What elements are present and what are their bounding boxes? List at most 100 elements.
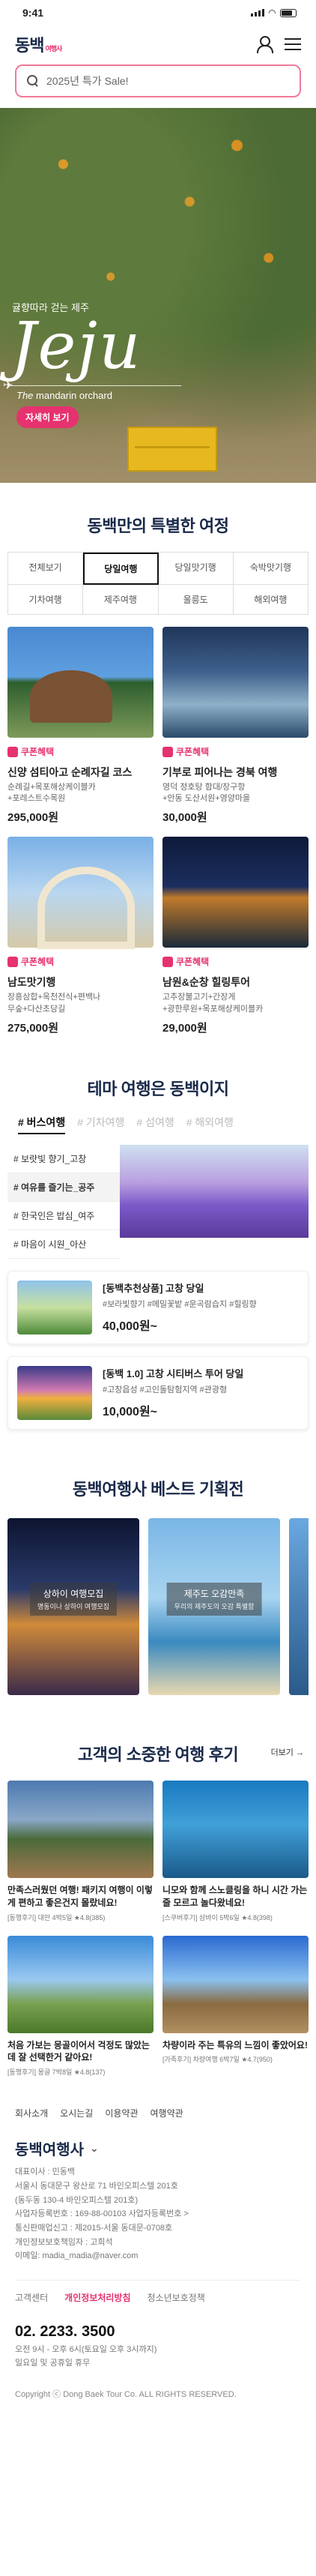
user-icon[interactable] bbox=[256, 36, 273, 53]
product-title: 기부로 피어나는 경북 여행 bbox=[162, 765, 278, 778]
footer-link-company[interactable]: 회사소개 bbox=[15, 2107, 48, 2119]
theme-list-item[interactable]: # 마음이 시원_아산 bbox=[7, 1230, 120, 1259]
page: 9:41 ◠ 동백여행사 귤향따라 걷는 제주 Jeju ✈ The manda… bbox=[0, 0, 316, 2576]
logo[interactable]: 동백 여행사 bbox=[15, 32, 62, 56]
theme-product-tags: #보라빛향기 #메밀꽃밭 #운곡람습지 #힐링향 bbox=[103, 1299, 257, 1309]
coupon-badge: 쿠폰혜택 bbox=[7, 745, 54, 758]
product-title: 신양 섬티아고 순례자길 코스 bbox=[7, 765, 133, 778]
tab-overseas[interactable]: 해외여행 bbox=[233, 585, 309, 615]
footer-company-info: 대표이사 : 민동백 서울시 동대문구 왕산로 71 바인오피스텔 201호 (… bbox=[15, 2165, 301, 2263]
review-card[interactable]: 만족스러웠던 여행! 패키지 여행이 이렇게 편하고 좋은건지 몰랐네요! [동… bbox=[7, 1780, 154, 1922]
special-section-title: 동백만의 특별한 여정 bbox=[87, 517, 229, 535]
theme-list-item[interactable]: # 한국인은 밥심_여주 bbox=[7, 1202, 120, 1230]
footer-phone[interactable]: 02. 2233. 3500 bbox=[15, 2323, 301, 2341]
arrow-right-icon: → bbox=[296, 1748, 304, 1757]
product-price: 30,000원 bbox=[162, 811, 207, 825]
best-card-sub: 우리의 제주도의 오감 특별함 bbox=[174, 1603, 255, 1611]
footer-info-line: 대표이사 : 민동백 bbox=[15, 2167, 76, 2177]
product-image bbox=[162, 837, 309, 948]
tab-jeju[interactable]: 제주여행 bbox=[83, 585, 159, 615]
product-card[interactable]: 쿠폰혜택 남도맛기행 장흥삼합+옥천전식+편백나 무숲+다산초당길 275,00… bbox=[7, 837, 154, 1035]
review-image bbox=[162, 1935, 309, 2033]
hero-banner[interactable]: 귤향따라 걷는 제주 Jeju ✈ The mandarin orchard 자… bbox=[0, 108, 316, 483]
footer-link-customer-center[interactable]: 고객센터 bbox=[15, 2291, 48, 2304]
coupon-icon bbox=[162, 956, 173, 967]
theme-product-price: 10,000원~ bbox=[103, 1405, 158, 1418]
footer-copyright: Copyright ⓒ Dong Baek Tour Co. ALL RIGHT… bbox=[15, 2390, 237, 2400]
tab-day-trip[interactable]: 당일여행 bbox=[83, 553, 159, 585]
product-card[interactable]: 쿠폰혜택 기부로 피어나는 경북 여행 영덕 정호탕 함대/장구항 +안동 도산… bbox=[162, 627, 309, 825]
footer-links: 회사소개 오시는길 이용약관 여행약관 bbox=[15, 2099, 301, 2127]
best-carousel: 상하이 여행모집 명동이나 상하이 여행모집 제주도 오감만족 우리의 제주도의 오… bbox=[7, 1517, 309, 1695]
footer-link-youth[interactable]: 청소년보호정책 bbox=[148, 2291, 205, 2304]
hero-divider bbox=[9, 385, 181, 386]
product-image bbox=[7, 837, 154, 950]
hero-detail-button[interactable]: 자세히 보기 bbox=[16, 406, 79, 428]
footer-link-travel-terms[interactable]: 여행약관 bbox=[151, 2107, 183, 2119]
hero-caption-main: mandarin orchard bbox=[36, 390, 112, 401]
footer-link-privacy[interactable]: 개인정보처리방침 bbox=[64, 2291, 130, 2304]
menu-icon[interactable] bbox=[285, 38, 301, 50]
tab-train[interactable]: 기차여행 bbox=[8, 585, 84, 615]
footer-policies: 고객센터 개인정보처리방침 청소년보호정책 bbox=[15, 2279, 301, 2304]
review-card[interactable]: 처음 가보는 몽골이어서 걱정도 많았는데 잘 선택한거 같아요! [동행후기]… bbox=[7, 1935, 154, 2077]
chevron-down-icon: ⌄ bbox=[90, 2142, 99, 2155]
theme-tab-train[interactable]: # 기차여행 bbox=[77, 1115, 124, 1134]
logo-sub: 여행사 bbox=[45, 45, 62, 52]
tab-all[interactable]: 전체보기 bbox=[8, 553, 84, 585]
theme-product-title: [동백추천상품] 고창 당일 bbox=[103, 1282, 204, 1294]
tab-ulleungdo[interactable]: 울릉도 bbox=[158, 585, 234, 615]
tab-stay-food[interactable]: 숙박맛기행 bbox=[233, 553, 309, 585]
product-card[interactable]: 쿠폰혜택 남원&순창 힐링투어 고추장불고기+간장게 +광한루원+목포해상케이블… bbox=[162, 837, 309, 1035]
theme-tab-overseas[interactable]: # 해외여행 bbox=[186, 1115, 234, 1134]
theme-list-item[interactable]: # 여유를 즐기는_공주 bbox=[7, 1173, 120, 1202]
coupon-label: 쿠폰혜택 bbox=[176, 957, 210, 968]
footer-info-line: 통신판매업신고 : 제2015-서울 동대문-0708호 bbox=[15, 2223, 173, 2233]
footer-logo[interactable]: 동백여행사 ⌄ bbox=[15, 2137, 301, 2159]
coupon-icon bbox=[162, 746, 173, 757]
best-card-title: 상하이 여행모집 bbox=[43, 1589, 104, 1600]
coupon-label: 쿠폰혜택 bbox=[176, 747, 210, 757]
theme-product-image bbox=[17, 1365, 92, 1420]
special-tabs: 전체보기 당일여행 당일맛기행 숙박맛기행 기차여행 제주여행 울릉도 해외여행 bbox=[7, 552, 309, 615]
theme-product[interactable]: [동백추천상품] 고창 당일 #보라빛향기 #메밀꽃밭 #운곡람습지 #힐링향 … bbox=[7, 1270, 309, 1344]
tab-day-food[interactable]: 당일맛기행 bbox=[158, 553, 234, 585]
footer-info-line: 서울시 동대문구 왕산로 71 바인오피스텔 201호 bbox=[15, 2181, 178, 2191]
review-text: 차량이라 주는 특유의 느낌이 좋았어요! bbox=[162, 2039, 308, 2050]
footer-link-terms[interactable]: 이용약관 bbox=[105, 2107, 138, 2119]
coupon-badge: 쿠폰혜택 bbox=[162, 955, 209, 968]
review-text: 니모와 함께 스노클링을 하니 시간 가는줄 모르고 놀다왔네요! bbox=[162, 1884, 308, 1908]
product-price: 29,000원 bbox=[162, 1021, 207, 1035]
product-title: 남도맛기행 bbox=[7, 975, 56, 988]
best-card[interactable]: 제주도 오감만족 우리의 제주도의 오감 특별함 bbox=[148, 1517, 280, 1695]
product-card[interactable]: 쿠폰혜택 신양 섬티아고 순례자길 코스 순례길+목포해상케이블카 +포레스트수… bbox=[7, 627, 154, 825]
search-icon[interactable] bbox=[27, 75, 39, 87]
review-card[interactable]: 니모와 함께 스노클링을 하니 시간 가는줄 모르고 놀다왔네요! [스쿠버후기… bbox=[162, 1780, 309, 1922]
theme-section-title: 테마 여행은 동백이지 bbox=[87, 1079, 229, 1098]
product-price: 275,000원 bbox=[7, 1021, 59, 1035]
hero-caption-prefix: The bbox=[16, 390, 34, 401]
footer-hours-line: 오전 9시 - 오후 6시(토요일 오후 3시까지) bbox=[15, 2344, 157, 2354]
coupon-badge: 쿠폰혜택 bbox=[162, 745, 209, 758]
theme-tab-island[interactable]: # 섬여행 bbox=[136, 1115, 174, 1134]
product-tags: 영덕 정호탕 함대/장구항 +안동 도산서원+영양마을 bbox=[162, 782, 251, 804]
product-image bbox=[7, 627, 154, 738]
best-card-partial[interactable] bbox=[289, 1517, 309, 1695]
best-card[interactable]: 상하이 여행모집 명동이나 상하이 여행모집 bbox=[7, 1517, 139, 1695]
review-meta: [동행후기] 대만 4박5일 ★4.8(385) bbox=[7, 1913, 106, 1922]
product-tags: 순례길+목포해상케이블카 +포레스트수목원 bbox=[7, 782, 96, 804]
theme-product-title: [동백 1.0] 고창 시티버스 투어 당일 bbox=[103, 1367, 244, 1379]
status-bar: 9:41 ◠ bbox=[0, 0, 316, 25]
theme-product[interactable]: [동백 1.0] 고창 시티버스 투어 당일 #고창읍성 #고인돌탐험지역 #관… bbox=[7, 1355, 309, 1430]
reviews-header: 고객의 소중한 여행 후기 더보기 → bbox=[0, 1742, 316, 1766]
footer-logo-text: 동백여행사 bbox=[15, 2142, 84, 2159]
review-card[interactable]: 차량이라 주는 특유의 느낌이 좋았어요! [가족후기] 차량여행 6박7일 ★… bbox=[162, 1935, 309, 2077]
search-input[interactable] bbox=[46, 75, 289, 87]
review-meta: [스쿠버후기] 삼바이 5박6일 ★4.8(398) bbox=[162, 1913, 273, 1922]
theme-list-item[interactable]: # 보랏빛 향기_고창 bbox=[7, 1145, 120, 1173]
best-section-title: 동백여행사 베스트 기획전 bbox=[72, 1479, 244, 1499]
footer-link-directions[interactable]: 오시는길 bbox=[60, 2107, 93, 2119]
theme-tab-bus[interactable]: # 버스여행 bbox=[18, 1115, 66, 1134]
product-cards: 쿠폰혜택 신양 섬티아고 순례자길 코스 순례길+목포해상케이블카 +포레스트수… bbox=[7, 627, 309, 1035]
reviews-more-link[interactable]: 더보기 → bbox=[271, 1746, 304, 1758]
